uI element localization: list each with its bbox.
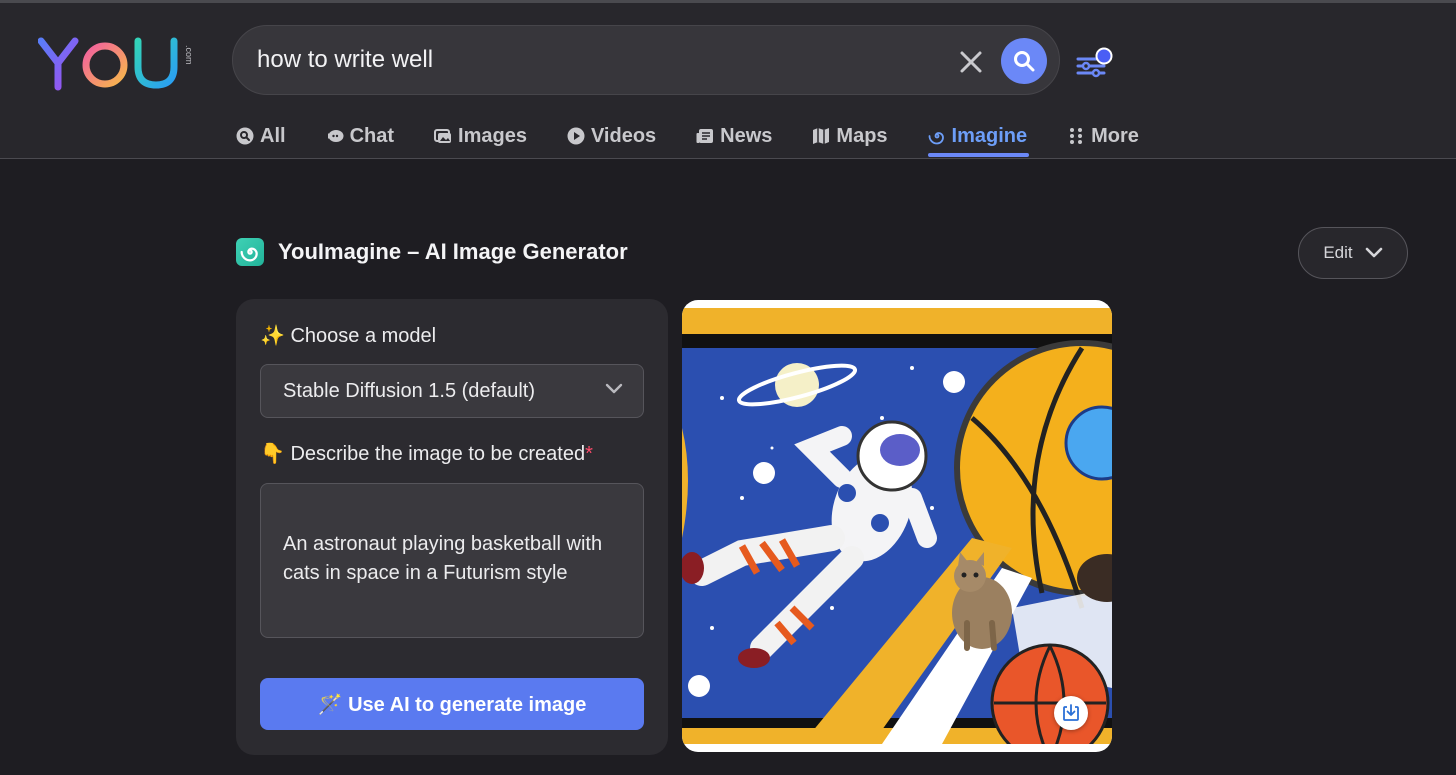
search-settings-button[interactable] (1076, 47, 1116, 81)
tab-chat[interactable]: Chat (326, 119, 394, 153)
you-logo[interactable]: .com (38, 37, 198, 91)
spiral-icon (240, 247, 258, 262)
tab-label: Images (458, 124, 527, 147)
generator-form: ✨ Choose a model Stable Diffusion 1.5 (d… (236, 299, 668, 755)
edit-label: Edit (1323, 243, 1353, 262)
model-select-value: Stable Diffusion 1.5 (default) (283, 380, 536, 402)
tab-label: Videos (590, 124, 657, 147)
tab-label: More (1091, 124, 1139, 147)
grid-dots-icon (1070, 128, 1083, 144)
play-icon (567, 127, 585, 145)
tab-label: Imagine (951, 124, 1028, 147)
generate-image-button[interactable]: 🪄 Use AI to generate image (260, 678, 644, 730)
tab-more[interactable]: More (1067, 119, 1139, 153)
search-icon (1014, 51, 1035, 72)
tab-maps[interactable]: Maps (812, 119, 888, 153)
chat-icon (327, 130, 344, 142)
required-mark: * (585, 443, 593, 465)
tab-label: Maps (836, 124, 888, 147)
tab-label: Chat (349, 124, 395, 147)
search-button[interactable] (1001, 38, 1047, 84)
svg-text:.com: .com (184, 45, 194, 65)
images-icon (434, 129, 452, 143)
chevron-down-icon (605, 383, 623, 394)
tab-images[interactable]: Images (434, 119, 527, 153)
generated-image-card (682, 300, 1112, 752)
search-bar (232, 25, 1060, 95)
generated-image (682, 308, 1112, 744)
close-icon (960, 51, 982, 73)
tab-imagine[interactable]: Imagine (927, 119, 1029, 157)
sliders-icon (1076, 47, 1113, 78)
describe-label-text: 👇 Describe the image to be created (260, 443, 586, 465)
model-select[interactable]: Stable Diffusion 1.5 (default) (260, 364, 644, 418)
tab-all[interactable]: All (236, 119, 286, 153)
prompt-textarea[interactable]: An astronaut playing basketball with cat… (260, 483, 644, 638)
map-icon (813, 128, 830, 144)
download-image-button[interactable] (1054, 696, 1088, 730)
tab-videos[interactable]: Videos (567, 119, 656, 153)
news-icon (696, 129, 714, 143)
clear-search-button[interactable] (955, 46, 987, 78)
search-circle-icon (236, 127, 254, 145)
chevron-down-icon (1365, 247, 1382, 258)
describe-label: 👇 Describe the image to be created* (260, 441, 593, 466)
search-input[interactable] (257, 26, 937, 94)
app-title: YouImagine – AI Image Generator (236, 238, 628, 266)
edit-dropdown-button[interactable]: Edit (1298, 227, 1408, 279)
tab-news[interactable]: News (696, 119, 772, 153)
download-icon (1063, 704, 1079, 721)
tab-label: News (720, 124, 773, 147)
spiral-icon (928, 132, 944, 145)
youimagine-app-icon (236, 238, 264, 266)
search-tabs: All Chat Images Videos News Maps Imagine… (236, 119, 1179, 159)
tab-label: All (260, 124, 286, 147)
model-label: ✨ Choose a model (260, 325, 437, 347)
app-title-text: YouImagine – AI Image Generator (278, 239, 628, 264)
header: .com All (0, 3, 1456, 159)
